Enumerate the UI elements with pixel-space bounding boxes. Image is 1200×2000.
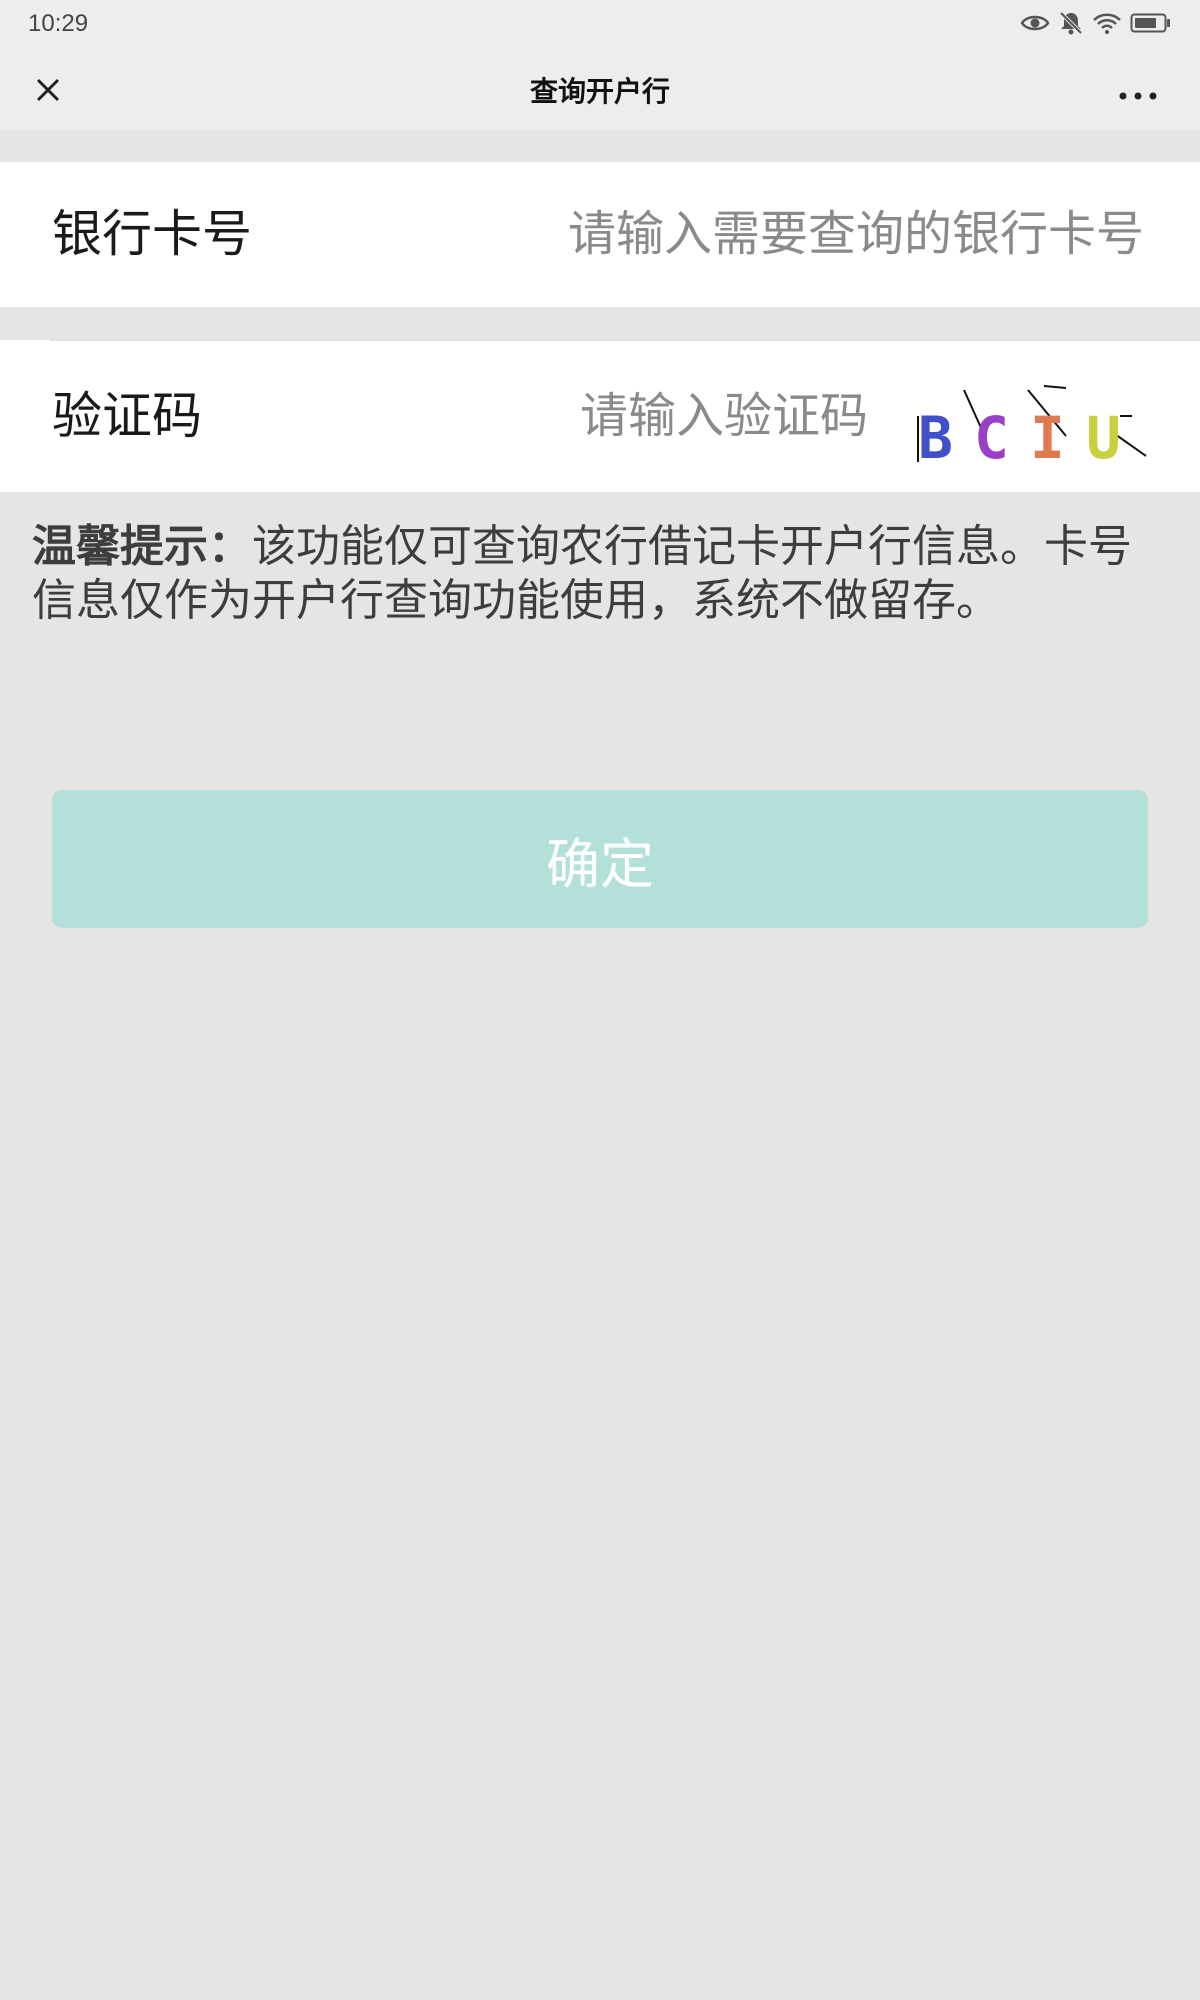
confirm-button[interactable]: 确定 (52, 790, 1148, 928)
bell-muted-icon (1058, 10, 1084, 36)
bank-card-row: 银行卡号 (0, 162, 1200, 307)
captcha-char-1: B (918, 404, 953, 466)
row-divider (50, 340, 1200, 341)
bank-card-label: 银行卡号 (52, 205, 252, 263)
status-time: 10:29 (28, 10, 89, 37)
captcha-row: 验证码 B C I U (0, 340, 1200, 492)
bank-card-input[interactable] (380, 204, 1144, 264)
wifi-icon (1092, 11, 1122, 35)
nav-bar: 查询开户行 (0, 48, 1200, 130)
tip-title: 温馨提示： (32, 521, 252, 572)
captcha-char-2: C (974, 404, 1009, 466)
tip-text: 温馨提示：该功能仅可查询农行借记卡开户行信息。卡号信息仅作为开户行查询功能使用，… (32, 520, 1162, 628)
page-title: 查询开户行 (529, 75, 670, 108)
captcha-char-4: U (1086, 404, 1121, 466)
captcha-input[interactable] (440, 386, 868, 446)
captcha-label: 验证码 (52, 387, 202, 445)
captcha-char-3: I (1030, 404, 1065, 466)
status-icons (1020, 10, 1172, 36)
status-bar: 10:29 (0, 0, 1200, 48)
captcha-image[interactable]: B C I U (916, 376, 1152, 472)
more-icon[interactable] (1118, 86, 1158, 100)
battery-icon (1130, 12, 1172, 34)
eye-icon (1020, 12, 1050, 34)
